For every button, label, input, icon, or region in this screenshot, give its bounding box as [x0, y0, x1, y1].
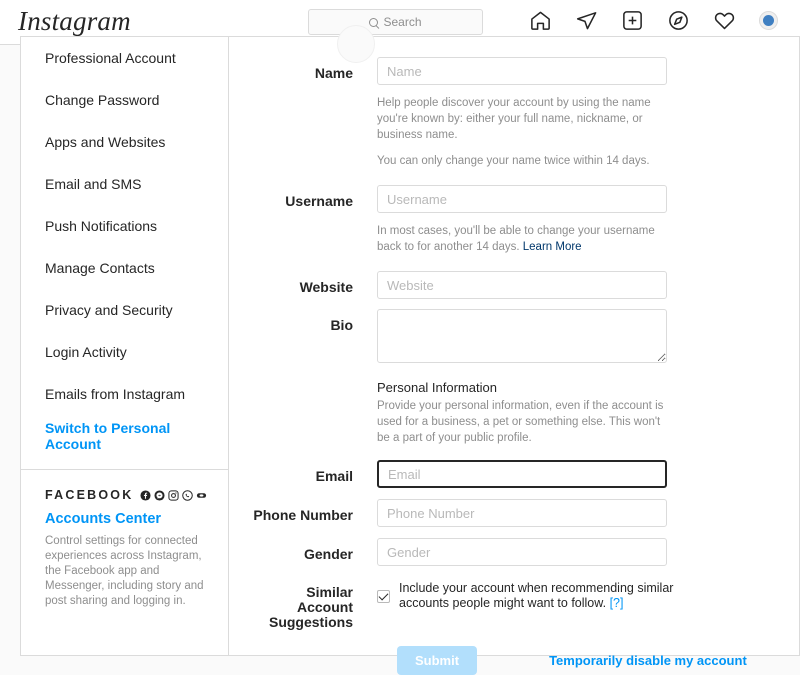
search-input[interactable]: Search: [308, 9, 483, 35]
submit-button[interactable]: Submit: [397, 646, 478, 675]
sidebar-item-label: Manage Contacts: [45, 260, 155, 276]
sidebar-item-label: Professional Account: [45, 50, 176, 66]
sidebar-item-privacy-and-security[interactable]: Privacy and Security: [21, 289, 228, 331]
form-row-email: Email: [249, 460, 799, 488]
email-field[interactable]: [377, 460, 667, 488]
sidebar-item-apps-and-websites[interactable]: Apps and Websites: [21, 121, 228, 163]
sidebar-item-switch-to-personal-account[interactable]: Switch to Personal Account: [21, 415, 228, 457]
similar-accounts-checkbox[interactable]: [377, 590, 390, 603]
instagram-logo[interactable]: Instagram: [18, 6, 131, 37]
similar-accounts-text-wrap: Include your account when recommending s…: [399, 581, 677, 611]
form-actions: Submit Temporarily disable my account: [249, 646, 799, 675]
sidebar-item-label: Apps and Websites: [45, 134, 166, 150]
facebook-app-icons: [140, 489, 207, 501]
facebook-section: FACEBOOK Accounts Center Control setting…: [21, 470, 228, 609]
sidebar-item-label: Change Password: [45, 92, 160, 108]
name-field[interactable]: [377, 57, 667, 85]
sidebar-item-label: Login Activity: [45, 344, 127, 360]
bio-label: Bio: [330, 317, 353, 333]
facebook-title: FACEBOOK: [45, 488, 134, 502]
username-help: In most cases, you'll be able to change …: [377, 223, 667, 255]
learn-more-link[interactable]: Learn More: [523, 241, 582, 253]
username-field[interactable]: [377, 185, 667, 213]
phone-number-field[interactable]: [377, 499, 667, 527]
personal-information-block: Personal Information Provide your person…: [249, 380, 799, 446]
email-label: Email: [315, 468, 353, 484]
search-icon: [369, 17, 379, 27]
settings-card: Professional Account Change Password App…: [20, 25, 800, 675]
gender-label: Gender: [303, 546, 353, 562]
similar-accounts-checkbox-row: Include your account when recommending s…: [377, 577, 677, 611]
messenger-icon: [154, 489, 165, 501]
name-help-2: You can only change your name twice with…: [377, 155, 650, 167]
sidebar-item-professional-account[interactable]: Professional Account: [21, 37, 228, 79]
home-icon[interactable]: [529, 9, 552, 32]
profile-photo-partial: [337, 25, 375, 63]
sidebar-item-email-and-sms[interactable]: Email and SMS: [21, 163, 228, 205]
sidebar-item-label: Emails from Instagram: [45, 386, 186, 402]
username-label: Username: [285, 193, 353, 209]
form-row-username: Username In most cases, you'll be able t…: [249, 185, 799, 255]
username-help-text: In most cases, you'll be able to change …: [377, 225, 655, 253]
sidebar-item-label: Push Notifications: [45, 218, 158, 234]
similar-accounts-text: Include your account when recommending s…: [399, 581, 674, 610]
form-row-website: Website: [249, 271, 799, 299]
oculus-icon: [197, 492, 207, 498]
form-row-gender: Gender: [249, 538, 799, 566]
help-marker-icon[interactable]: [?]: [610, 596, 624, 610]
name-help-1: Help people discover your account by usi…: [377, 97, 651, 141]
search-placeholder: Search: [383, 15, 422, 29]
compass-icon[interactable]: [667, 9, 690, 32]
form-row-name: Name Help people discover your account b…: [249, 57, 799, 169]
instagram-icon: [168, 489, 180, 501]
personal-info-title: Personal Information: [377, 380, 497, 395]
bio-field[interactable]: [377, 309, 667, 363]
sidebar-item-manage-contacts[interactable]: Manage Contacts: [21, 247, 228, 289]
form-row-similar-accounts: Similar Account Suggestions Include your…: [249, 577, 799, 630]
similar-accounts-label: Similar Account Suggestions: [268, 584, 353, 630]
form-row-bio: Bio: [249, 309, 799, 368]
website-label: Website: [299, 279, 353, 295]
plus-box-icon[interactable]: [621, 9, 644, 32]
facebook-header: FACEBOOK: [45, 488, 207, 502]
sidebar-item-label: Email and SMS: [45, 176, 142, 192]
personal-info-description: Provide your personal information, even …: [377, 400, 664, 444]
website-field[interactable]: [377, 271, 667, 299]
avatar-image: [763, 15, 774, 26]
settings-sidebar: Professional Account Change Password App…: [21, 37, 229, 655]
facebook-icon: [140, 489, 151, 501]
accounts-center-link[interactable]: Accounts Center: [45, 511, 206, 527]
paper-plane-icon[interactable]: [575, 9, 598, 32]
whatsapp-icon: [182, 489, 194, 501]
gender-field[interactable]: [377, 538, 667, 566]
avatar[interactable]: [759, 11, 778, 30]
sidebar-item-label: Switch to Personal Account: [45, 420, 171, 452]
sidebar-item-login-activity[interactable]: Login Activity: [21, 331, 228, 373]
personal-info-spacer: [249, 380, 377, 388]
sidebar-item-emails-from-instagram[interactable]: Emails from Instagram: [21, 373, 228, 415]
nav-icon-group: [529, 9, 778, 32]
form-row-phone: Phone Number: [249, 499, 799, 527]
facebook-description: Control settings for connected experienc…: [45, 535, 204, 607]
brand-wordmark: Instagram: [18, 6, 131, 36]
phone-number-label: Phone Number: [253, 507, 353, 523]
heart-icon[interactable]: [713, 9, 736, 32]
temporarily-disable-account-link[interactable]: Temporarily disable my account: [549, 653, 747, 668]
sidebar-item-push-notifications[interactable]: Push Notifications: [21, 205, 228, 247]
edit-profile-form: Name Help people discover your account b…: [229, 25, 799, 675]
sidebar-item-label: Privacy and Security: [45, 302, 173, 318]
sidebar-item-change-password[interactable]: Change Password: [21, 79, 228, 121]
